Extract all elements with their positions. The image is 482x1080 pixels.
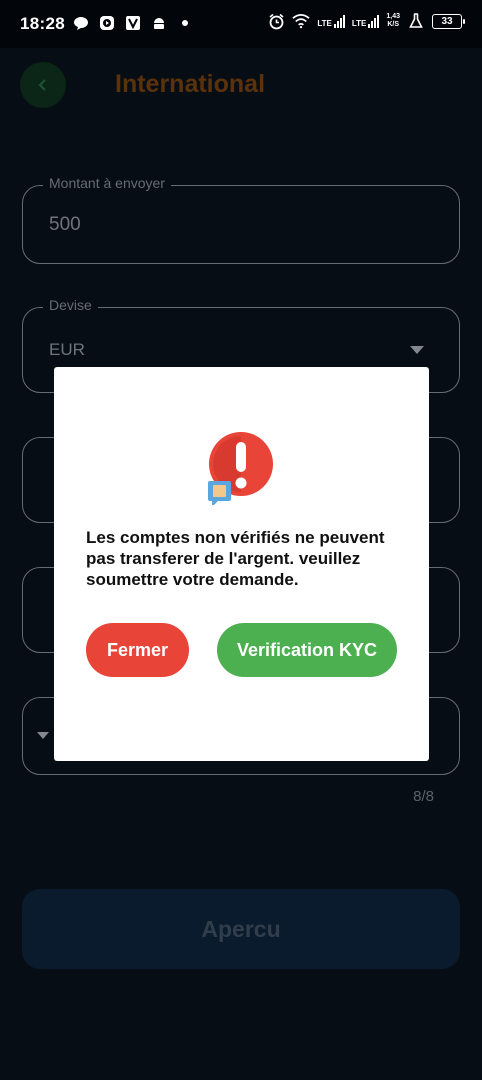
- network-speed: 1,43 K/S: [386, 13, 400, 28]
- notification-icons: [72, 14, 194, 32]
- system-icons: LTE LTE 1,43 K/S 33: [267, 12, 465, 30]
- status-bar: 18:28 LTE LTE 1,43 K/S 33: [0, 0, 482, 48]
- signal-lte-1-icon: LTE: [317, 14, 345, 28]
- dot-icon: [176, 14, 194, 32]
- dialog-message: Les comptes non vérifiés ne peuvent pas …: [86, 528, 385, 589]
- kyc-required-dialog: Les comptes non vérifiés ne peuvent pas …: [54, 367, 429, 761]
- alert-exclamation-icon: [208, 432, 273, 505]
- kyc-verification-button[interactable]: Verification KYC: [217, 623, 397, 677]
- signal-lte-2-icon: LTE: [352, 14, 380, 28]
- chat-bubble-icon: [72, 14, 90, 32]
- v-app-icon: [124, 14, 142, 32]
- close-button[interactable]: Fermer: [86, 623, 189, 677]
- android-icon: [150, 14, 168, 32]
- wifi-icon: [292, 12, 310, 30]
- alarm-icon: [267, 12, 285, 30]
- battery-icon: 33: [432, 13, 465, 29]
- play-icon: [98, 14, 116, 32]
- flask-icon: [407, 12, 425, 30]
- status-time: 18:28: [20, 14, 65, 33]
